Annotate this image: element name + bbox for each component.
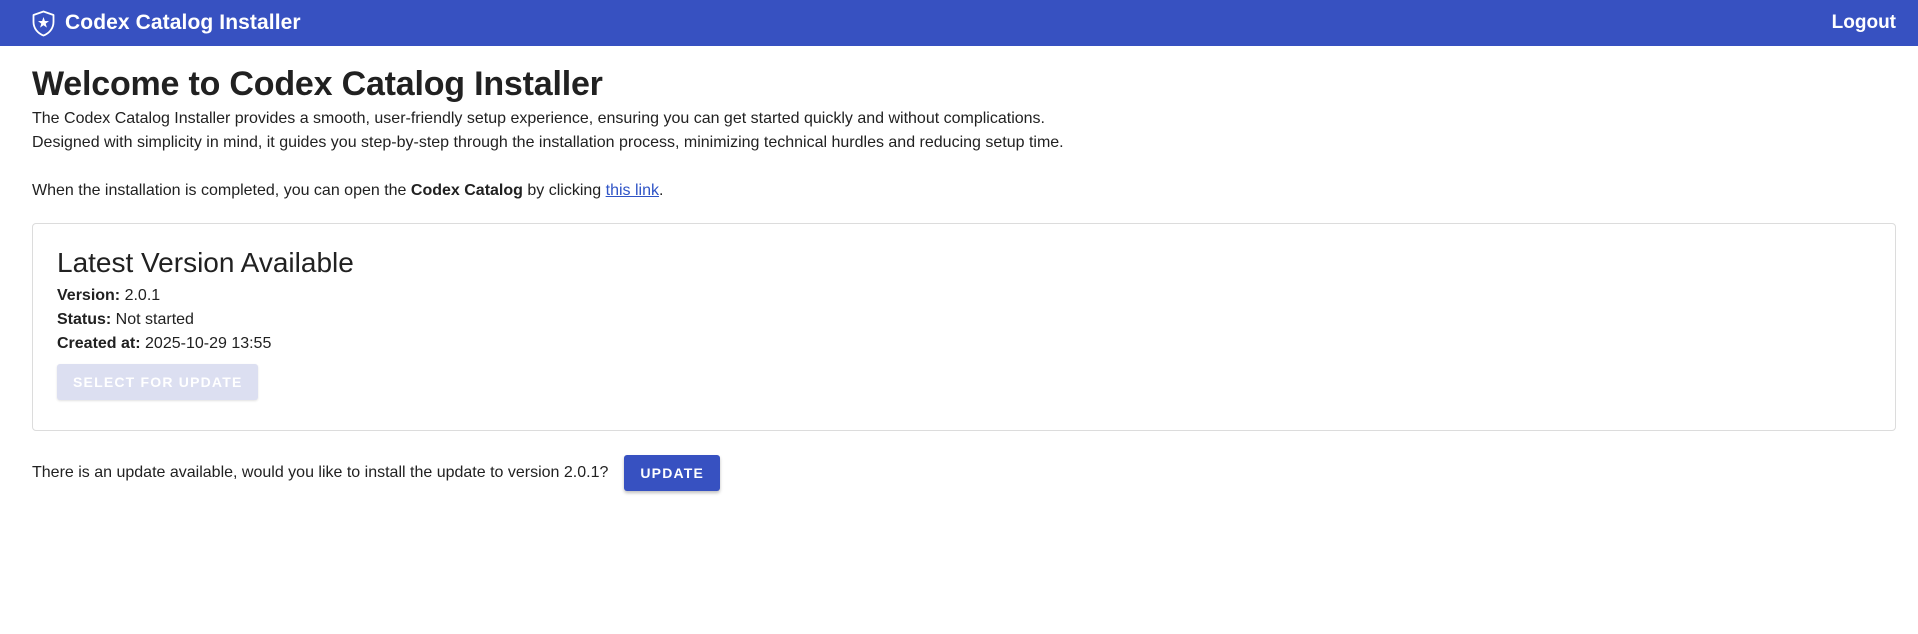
version-card-title: Latest Version Available [57, 247, 354, 278]
intro-spacer [32, 155, 1896, 179]
status-label: Status: [57, 311, 112, 328]
status-field: Status: Not started [57, 308, 1871, 332]
main-content: Welcome to Codex Catalog Installer The C… [32, 46, 1896, 491]
intro-text: The Codex Catalog Installer provides a s… [32, 107, 1896, 203]
completion-prefix: When the installation is completed, you … [32, 182, 411, 199]
open-catalog-link[interactable]: this link [606, 182, 659, 199]
shield-star-icon [31, 10, 56, 37]
brand: Codex Catalog Installer [31, 10, 301, 37]
page-title: Welcome to Codex Catalog Installer [32, 65, 603, 103]
status-value: Not started [111, 311, 194, 328]
version-field: Version: 2.0.1 [57, 284, 1871, 308]
product-name: Codex Catalog [410, 182, 523, 199]
version-card: Latest Version Available Version: 2.0.1 … [32, 223, 1896, 431]
update-prompt: There is an update available, would you … [32, 455, 1896, 491]
select-for-update-button[interactable]: Select for update [57, 364, 259, 400]
completion-suffix: . [658, 182, 664, 199]
update-prompt-text: There is an update available, would you … [32, 464, 609, 481]
app-header: Codex Catalog Installer Logout [0, 0, 1918, 46]
created-value: 2025-10-29 13:55 [140, 335, 272, 352]
completion-middle: by clicking [522, 182, 606, 199]
logout-button[interactable]: Logout [1832, 12, 1896, 34]
app-title: Codex Catalog Installer [65, 11, 301, 34]
intro-line-1: The Codex Catalog Installer provides a s… [32, 110, 1045, 127]
version-label: Version: [57, 287, 121, 304]
created-label: Created at: [57, 335, 141, 352]
version-value: 2.0.1 [120, 287, 161, 304]
intro-line-2: Designed with simplicity in mind, it gui… [32, 134, 1064, 151]
update-button[interactable]: Update [624, 455, 721, 491]
completion-line: When the installation is completed, you … [32, 179, 1896, 203]
created-field: Created at: 2025-10-29 13:55 [57, 332, 1871, 356]
